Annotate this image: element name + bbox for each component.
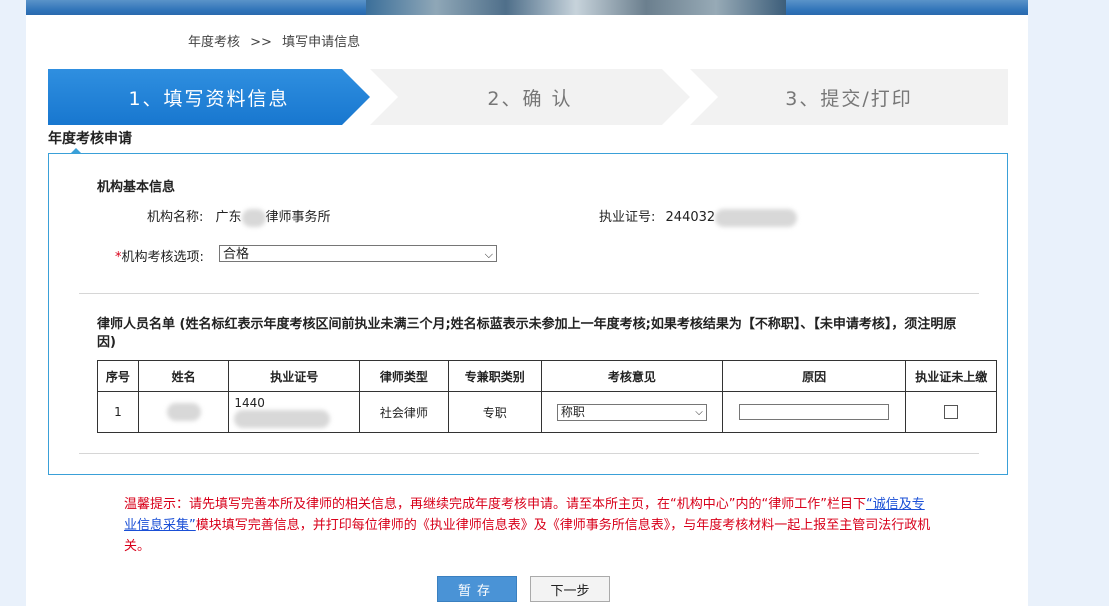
col-unsubmitted: 执业证未上缴	[905, 360, 997, 392]
org-review-select[interactable]: 合格 ⌵	[219, 245, 497, 262]
lawyer-list-title: 律师人员名单 (姓名标红表示年度考核区间前执业未满三个月;姓名标蓝表示未参加上一…	[97, 317, 957, 350]
org-name-prefix: 广东	[215, 210, 242, 225]
tip-part1: 温馨提示：请先填写完善本所及律师的相关信息，再继续完成年度考核申请。请至本所主页…	[124, 497, 866, 512]
org-review-value: 合格	[223, 247, 250, 262]
section-title: 年度考核申请	[48, 128, 132, 154]
breadcrumb-root[interactable]: 年度考核	[188, 35, 240, 50]
step-progress: 1、填写资料信息 2、确 认 3、提交/打印	[48, 69, 1008, 125]
section-title-text: 年度考核申请	[48, 131, 132, 147]
col-opinion: 考核意见	[540, 360, 723, 392]
org-license-label: 执业证号:	[599, 210, 656, 225]
opinion-select[interactable]: 称职 ⌵	[556, 403, 707, 421]
org-info-heading: 机构基本信息	[97, 180, 176, 195]
row-name	[137, 391, 230, 433]
step-2: 2、确 认	[370, 69, 690, 125]
lawyer-table: 序号 姓名 执业证号 律师类型 专兼职类别 考核意见 原因 执业证未上缴 1 1…	[97, 360, 997, 433]
col-reason: 原因	[721, 360, 907, 392]
org-review-label-wrap: *机构考核选项:	[115, 246, 204, 265]
row-type: 社会律师	[359, 391, 449, 433]
org-name-label: 机构名称:	[147, 210, 204, 225]
row-reason-cell	[721, 391, 907, 433]
step-1: 1、填写资料信息	[48, 69, 370, 125]
row-index: 1	[97, 391, 139, 433]
org-name-redacted	[241, 208, 266, 227]
save-button[interactable]: 暂存	[437, 576, 517, 602]
row-category: 专职	[447, 391, 542, 433]
step-3: 3、提交/打印	[690, 69, 1008, 125]
chevron-down-icon: ⌵	[695, 406, 703, 418]
header-banner	[26, 0, 1028, 15]
chevron-down-icon: ⌵	[484, 248, 493, 261]
col-type: 律师类型	[359, 360, 449, 392]
breadcrumb-current: 填写申请信息	[282, 35, 361, 50]
table-header-row: 序号 姓名 执业证号 律师类型 专兼职类别 考核意见 原因 执业证未上缴	[97, 360, 997, 392]
unsubmitted-checkbox[interactable]	[944, 405, 959, 420]
org-name-row: 机构名称: 广东 律师事务所	[147, 206, 331, 227]
divider-top	[79, 293, 979, 294]
table-row: 1 1440 社会律师 专职 称职 ⌵	[97, 391, 997, 433]
divider-bottom	[79, 453, 979, 454]
org-license-prefix: 244032	[665, 210, 716, 225]
col-name: 姓名	[137, 360, 230, 392]
application-panel: 机构基本信息 机构名称: 广东 律师事务所 执业证号: 244032 *机构考核选…	[48, 153, 1008, 475]
row-license: 1440	[228, 391, 361, 433]
col-category: 专兼职类别	[447, 360, 542, 392]
next-step-button[interactable]: 下一步	[530, 576, 610, 602]
breadcrumb-separator: >>	[250, 35, 272, 50]
org-license-row: 执业证号: 244032	[599, 206, 798, 227]
main-content: 年度考核 >> 填写申请信息 1、填写资料信息 2、确 认 3、提交/打印 年度…	[26, 15, 1028, 606]
col-license: 执业证号	[228, 360, 361, 392]
warm-tip: 温馨提示：请先填写完善本所及律师的相关信息，再继续完成年度考核申请。请至本所主页…	[124, 494, 936, 557]
row-name-redacted	[166, 403, 201, 421]
org-review-label: 机构考核选项:	[121, 250, 204, 265]
banner-image	[366, 0, 786, 15]
row-opinion-cell: 称职 ⌵	[540, 391, 723, 433]
org-name-suffix: 律师事务所	[265, 210, 331, 225]
row-unsubmitted-cell	[905, 391, 997, 433]
col-index: 序号	[97, 360, 139, 392]
org-license-redacted	[715, 208, 798, 227]
reason-input[interactable]	[739, 404, 890, 420]
row-license-prefix: 1440	[234, 396, 265, 410]
opinion-value: 称职	[560, 404, 585, 419]
breadcrumb: 年度考核 >> 填写申请信息	[188, 31, 366, 50]
tip-part2: 模块填写完善信息，并打印每位律师的《执业律师信息表》及《律师事务所信息表》，与年…	[124, 518, 931, 554]
row-license-redacted	[234, 410, 331, 428]
